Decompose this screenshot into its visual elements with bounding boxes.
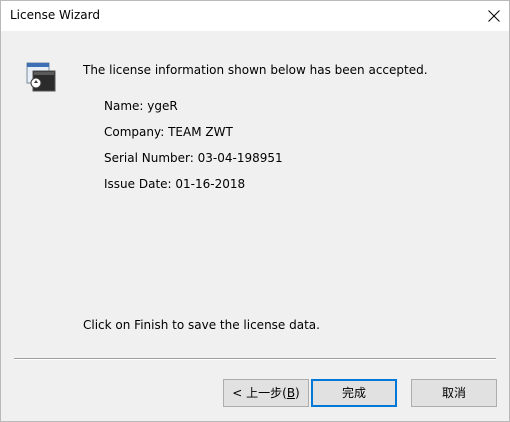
back-button-suffix: ) [295,386,300,400]
serial-number-label: Serial Number: [104,151,198,165]
back-button-prefix: < 上一步( [232,386,287,400]
license-wizard-dialog: License Wizard The license information s… [0,0,510,422]
close-button[interactable] [479,1,509,31]
info-row-company: Company: TEAM ZWT [104,125,233,139]
back-button-mnemonic: B [286,386,296,400]
finish-instruction: Click on Finish to save the license data… [83,318,320,332]
back-button[interactable]: < 上一步(B) [223,379,309,407]
divider [14,358,496,360]
info-row-serial: Serial Number: 03-04-198951 [104,151,283,165]
license-wizard-icon [25,61,57,93]
company-label: Company: [104,125,169,139]
company-value: TEAM ZWT [168,125,233,139]
info-row-name: Name: ygeR [104,99,178,113]
cancel-button[interactable]: 取消 [411,379,497,407]
name-value: ygeR [147,99,178,113]
issue-date-value: 01-16-2018 [175,177,246,191]
info-row-issue-date: Issue Date: 01-16-2018 [104,177,245,191]
name-label: Name: [104,99,148,113]
window-title: License Wizard [10,8,100,22]
finish-button[interactable]: 完成 [311,379,397,407]
close-icon [488,10,500,22]
accepted-message: The license information shown below has … [83,63,428,77]
issue-date-label: Issue Date: [104,177,176,191]
title-bar: License Wizard [1,1,509,31]
serial-number-value: 03-04-198951 [197,151,283,165]
